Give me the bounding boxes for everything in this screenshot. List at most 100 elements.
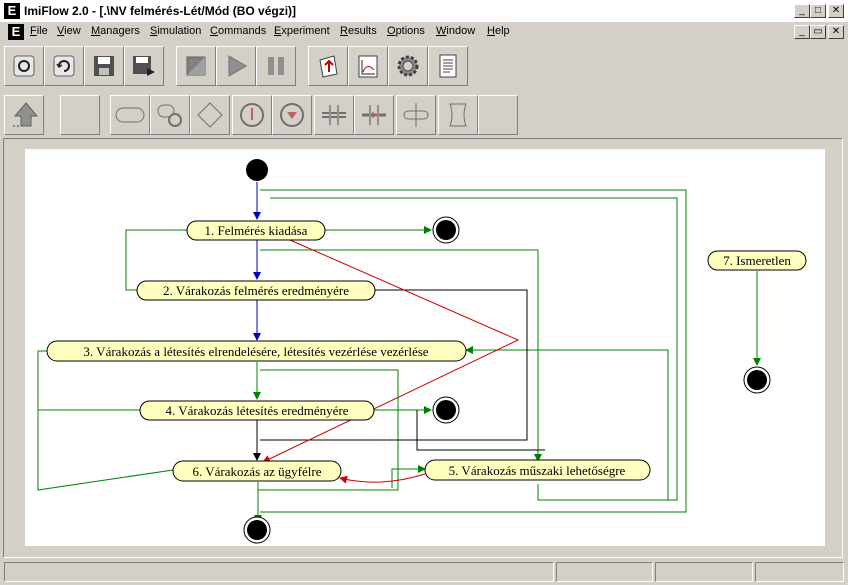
pause-button[interactable] <box>256 46 296 86</box>
close-button[interactable]: ✕ <box>828 4 844 18</box>
menu-managers[interactable]: Managers <box>91 25 140 37</box>
title-bar: E ImiFlow 2.0 - [.\NV felmérés-Lét/Mód (… <box>0 0 848 23</box>
pointer-tool[interactable] <box>4 95 44 135</box>
blank-tool[interactable] <box>60 95 100 135</box>
main-toolbar <box>0 42 848 90</box>
new-icon <box>13 55 35 77</box>
menu-managers-mnemonic: M <box>91 25 101 37</box>
play-icon <box>228 55 247 77</box>
open-icon <box>53 55 75 77</box>
export-button[interactable] <box>308 46 348 86</box>
menu-window-mnemonic: W <box>436 25 447 37</box>
stop-icon <box>186 56 206 76</box>
window-title: ImiFlow 2.0 - [.\NV felmérés-Lét/Mód (BO… <box>24 4 297 18</box>
menu-help-mnemonic: H <box>487 25 495 37</box>
subprocess-shape-tool[interactable] <box>150 95 190 135</box>
menu-simulation[interactable]: Simulation <box>150 25 201 37</box>
connector-icon <box>403 103 429 127</box>
document-button[interactable] <box>428 46 468 86</box>
menu-commands-mnemonic: C <box>210 25 218 37</box>
state-node-5-label: 5. Várakozás műszaki lehetőségre <box>449 463 626 478</box>
end-node-1[interactable] <box>432 216 460 244</box>
status-panel-1 <box>4 562 554 582</box>
menu-options-mnemonic: O <box>387 25 396 37</box>
decision-diamond-icon <box>197 102 223 128</box>
decision-shape-tool[interactable] <box>190 95 230 135</box>
open-button[interactable] <box>44 46 84 86</box>
start-node-tool[interactable] <box>232 95 272 135</box>
minimize-button[interactable]: _ <box>794 4 810 18</box>
black-edges <box>253 289 545 461</box>
join-icon <box>362 105 386 125</box>
state-node-4[interactable]: 4. Várakozás létesítés eredményére <box>139 400 375 421</box>
state-node-3[interactable]: 3. Várakozás a létesítés elrendelésére, … <box>46 340 467 362</box>
menu-results[interactable]: Results <box>340 25 377 37</box>
menu-simulation-label: imulation <box>157 25 202 37</box>
state-node-1[interactable]: 1. Felmérés kiadása <box>186 220 326 241</box>
state-node-2[interactable]: 2. Várakozás felmérés eredményére <box>136 280 376 301</box>
menu-help[interactable]: Help <box>487 25 510 37</box>
save-as-button[interactable] <box>124 46 164 86</box>
status-panel-4 <box>755 562 844 582</box>
menu-help-label: elp <box>494 25 510 37</box>
diagram-svg: 1. Felmérés kiadása 2. Várakozás felméré… <box>37 159 807 544</box>
export-icon <box>319 55 338 78</box>
state-shape-tool[interactable] <box>110 95 150 135</box>
mdi-doc-icon[interactable]: E <box>8 24 24 40</box>
menu-view-label: iew <box>64 25 81 37</box>
menu-window[interactable]: Window <box>436 25 475 37</box>
settings-gear-icon <box>397 55 419 77</box>
mdi-minimize-button[interactable]: _ <box>794 25 810 39</box>
fork-icon <box>322 105 346 125</box>
end-node-tool[interactable] <box>272 95 312 135</box>
chart-button[interactable] <box>348 46 388 86</box>
document-shape-icon <box>449 103 467 127</box>
document-shape-tool[interactable] <box>438 95 478 135</box>
menu-commands-label: ommands <box>217 25 267 37</box>
chart-icon <box>358 55 378 78</box>
end-node-3[interactable] <box>243 516 271 544</box>
status-bar <box>0 560 848 585</box>
menu-bar: E File View Managers Simulation Commands… <box>0 22 848 42</box>
pointer-arrow-icon <box>13 102 39 127</box>
start-node[interactable] <box>246 159 268 181</box>
maximize-button[interactable]: □ <box>810 4 826 18</box>
menu-file-label: ile <box>36 25 48 37</box>
status-panel-2 <box>556 562 653 582</box>
settings-button[interactable] <box>388 46 428 86</box>
new-button[interactable] <box>4 46 44 86</box>
diagram-canvas[interactable]: 1. Felmérés kiadása 2. Várakozás felméré… <box>25 149 825 546</box>
play-button[interactable] <box>216 46 256 86</box>
state-node-3-label: 3. Várakozás a létesítés elrendelésére, … <box>83 344 428 359</box>
document-icon <box>439 54 457 78</box>
shape-toolbar <box>0 92 848 136</box>
fork-tool[interactable] <box>314 95 354 135</box>
menu-options-label: ptions <box>395 25 425 37</box>
start-node-icon <box>240 103 264 127</box>
state-node-4-label: 4. Várakozás létesítés eredményére <box>165 403 348 418</box>
mdi-restore-button[interactable]: ▭ <box>810 25 826 39</box>
subprocess-shape-icon <box>157 104 182 127</box>
mdi-close-button[interactable]: ✕ <box>828 25 844 39</box>
state-node-7[interactable]: 7. Ismeretlen <box>707 250 807 271</box>
connector-tool[interactable] <box>396 95 436 135</box>
menu-commands[interactable]: Commands <box>210 25 266 37</box>
join-tool[interactable] <box>354 95 394 135</box>
menu-experiment[interactable]: Experiment <box>274 25 330 37</box>
end-node-2[interactable] <box>432 396 460 424</box>
menu-options[interactable]: Options <box>387 25 425 37</box>
menu-file[interactable]: File <box>30 25 48 37</box>
menu-results-label: esults <box>347 25 377 37</box>
save-icon <box>94 56 114 76</box>
state-node-5[interactable]: 5. Várakozás műszaki lehetőségre <box>424 459 651 481</box>
menu-window-label: indow <box>446 25 476 37</box>
end-node-4[interactable] <box>743 366 771 394</box>
save-button[interactable] <box>84 46 124 86</box>
menu-view[interactable]: View <box>57 25 81 37</box>
stop-button[interactable] <box>176 46 216 86</box>
app-icon[interactable]: E <box>4 3 20 19</box>
state-node-2-label: 2. Várakozás felmérés eredményére <box>163 283 349 298</box>
blank-tool-2[interactable] <box>478 95 518 135</box>
state-node-6[interactable]: 6. Várakozás az ügyfélre <box>172 460 342 482</box>
state-node-1-label: 1. Felmérés kiadása <box>205 223 308 238</box>
